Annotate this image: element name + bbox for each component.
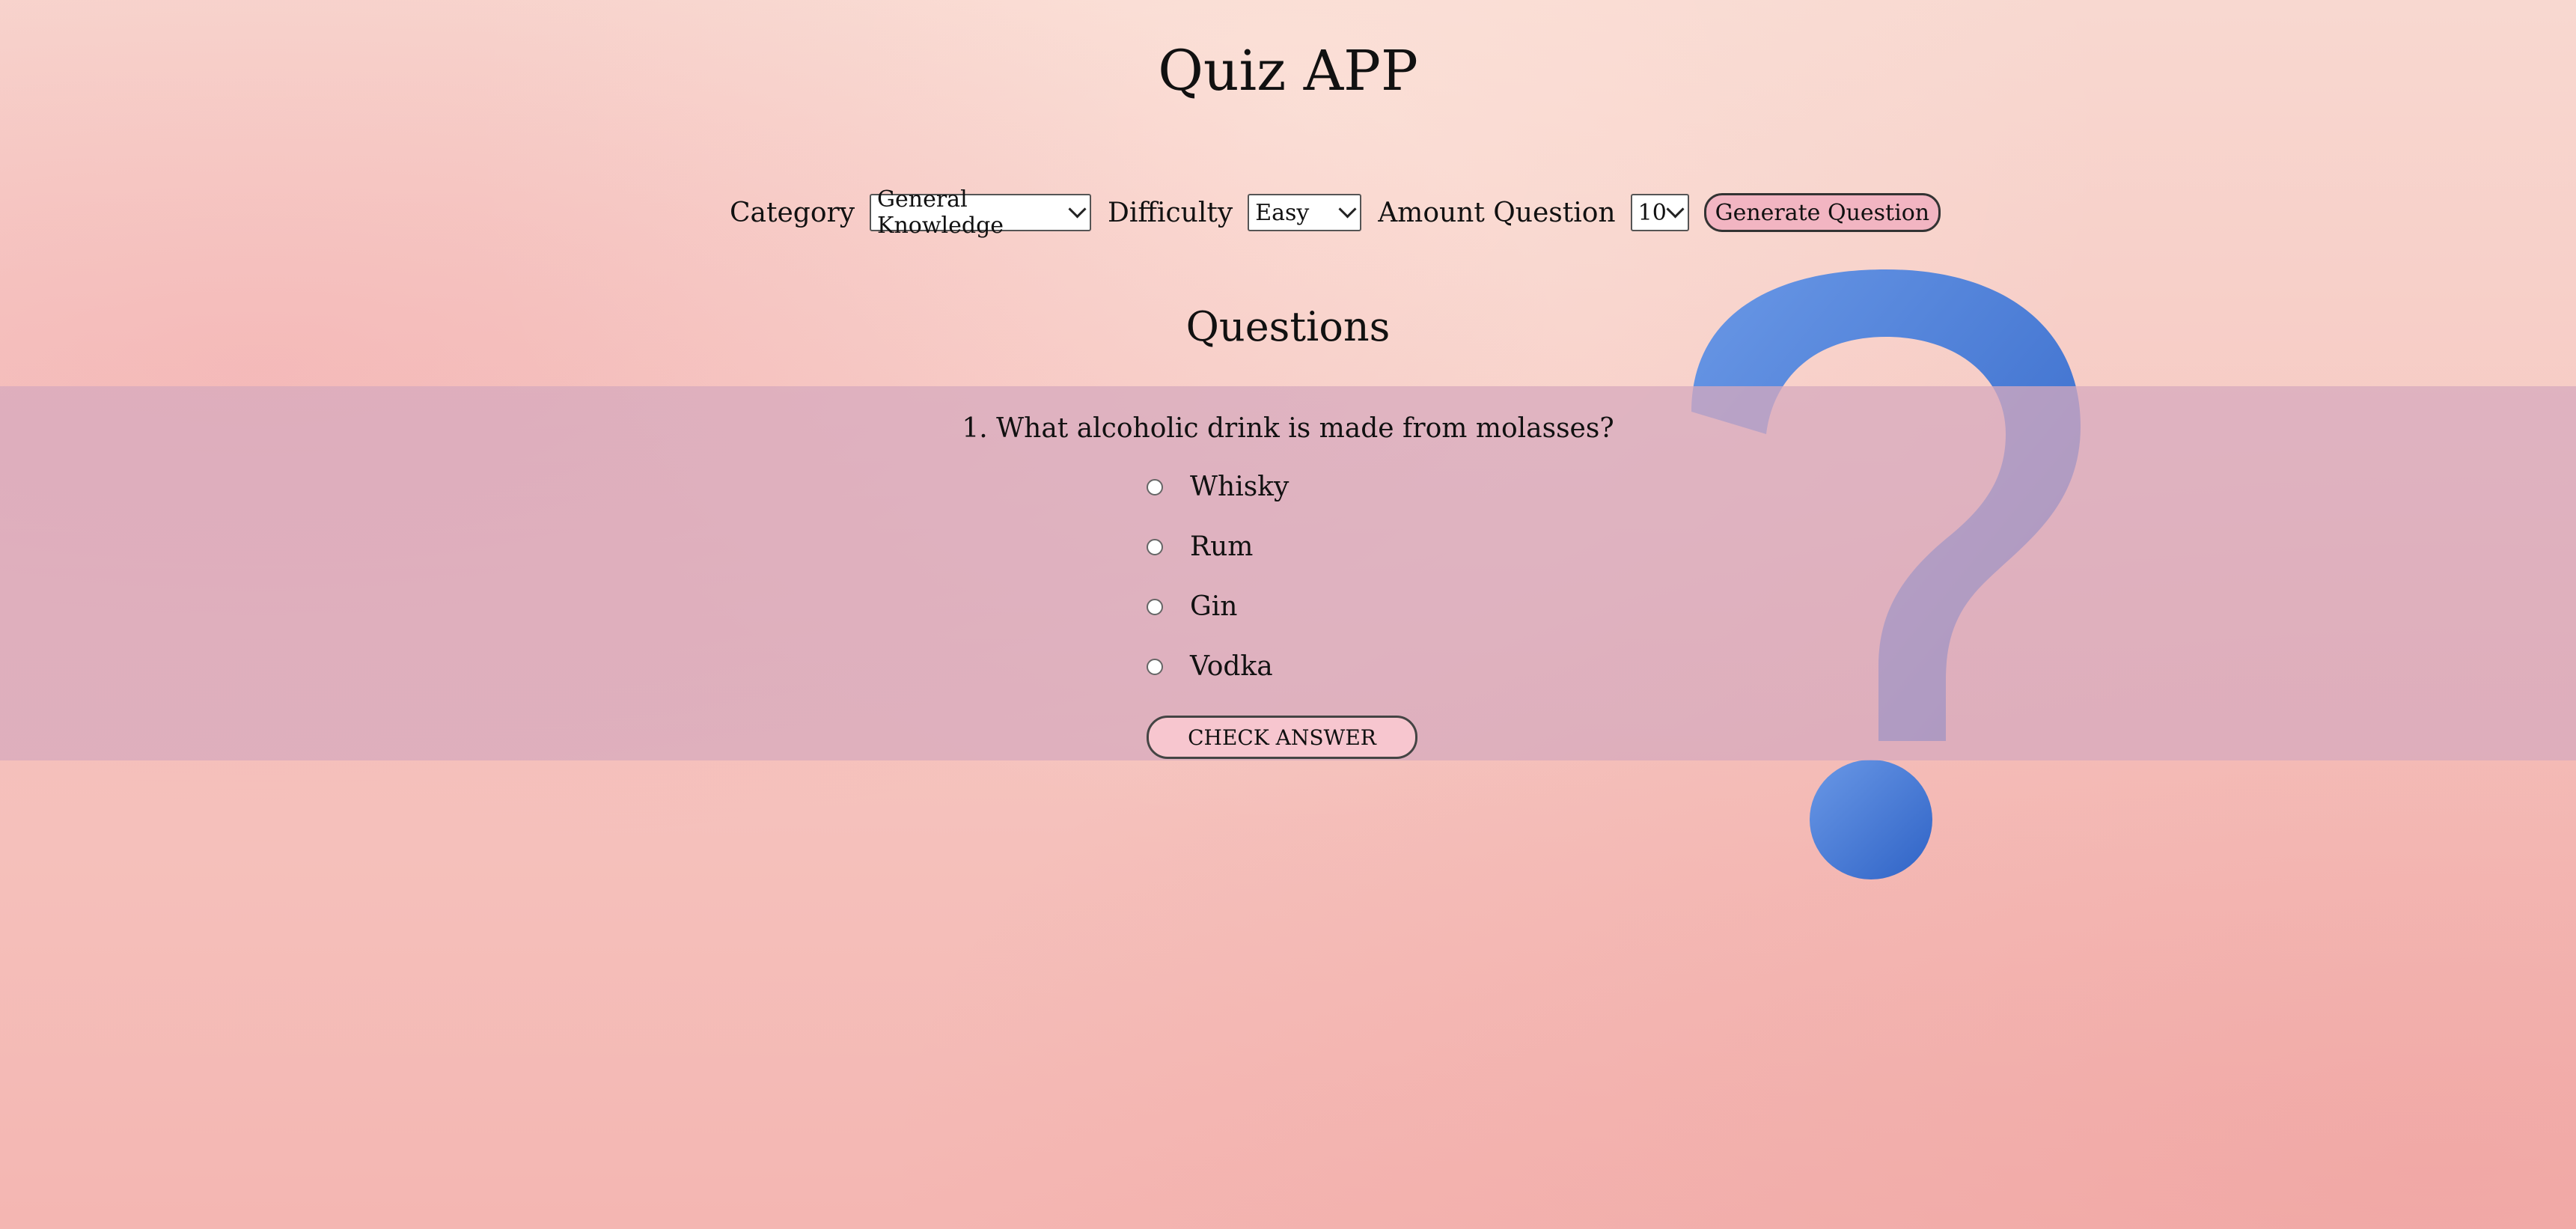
radio-button[interactable] xyxy=(1147,658,1163,675)
generate-question-button[interactable]: Generate Question xyxy=(1703,193,1941,232)
difficulty-select[interactable]: Easy xyxy=(1248,194,1362,231)
amount-select-value: 10 xyxy=(1638,199,1667,226)
answer-option[interactable]: Whisky xyxy=(1147,472,1289,502)
app-title: Quiz APP xyxy=(1158,39,1418,103)
quiz-controls: Category General Knowledge Difficulty Ea… xyxy=(730,186,1941,239)
category-label: Category xyxy=(730,197,855,228)
category-select[interactable]: General Knowledge xyxy=(870,186,1092,239)
radio-button[interactable] xyxy=(1147,598,1163,615)
amount-label: Amount Question xyxy=(1378,197,1616,228)
radio-button[interactable] xyxy=(1147,478,1163,495)
questions-heading: Questions xyxy=(1185,303,1391,350)
answer-option-label: Vodka xyxy=(1190,651,1273,682)
answer-option[interactable]: Gin xyxy=(1147,591,1237,622)
answer-option-label: Whisky xyxy=(1190,472,1289,502)
chevron-down-icon xyxy=(1338,200,1357,219)
chevron-down-icon xyxy=(1666,200,1685,219)
answer-option[interactable]: Rum xyxy=(1147,531,1253,562)
radio-button[interactable] xyxy=(1147,538,1163,555)
category-select-value: General Knowledge xyxy=(877,186,1004,239)
answer-option-label: Rum xyxy=(1190,531,1254,562)
question-text: 1. What alcoholic drink is made from mol… xyxy=(962,413,1614,444)
difficulty-label: Difficulty xyxy=(1108,197,1233,228)
answer-option-label: Gin xyxy=(1190,591,1238,622)
difficulty-select-value: Easy xyxy=(1255,199,1310,226)
check-answer-button[interactable]: CHECK ANSWER xyxy=(1147,716,1417,759)
amount-select[interactable]: 10 xyxy=(1630,194,1689,231)
answer-option[interactable]: Vodka xyxy=(1147,651,1273,682)
